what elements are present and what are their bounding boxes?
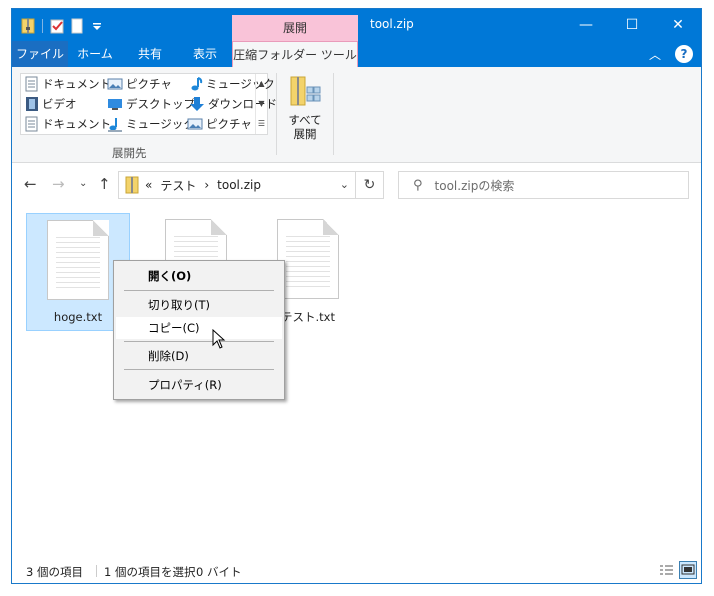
tab-compressed-folder-tools[interactable]: 圧縮フォルダー ツール xyxy=(232,41,358,68)
gallery-item-music-2[interactable]: ミュージック xyxy=(107,114,195,134)
navigation-bar: ← → ⌄ ↑ « テスト › tool.zip ⌄ ↻ ⚲ tool.zipの… xyxy=(12,169,701,201)
gallery-item-documents-2[interactable]: ドキュメント xyxy=(25,114,111,134)
gallery-item-label: ピクチャ xyxy=(206,117,252,131)
document-icon xyxy=(25,76,38,92)
text-file-icon xyxy=(47,220,109,300)
status-bar: 3 個の項目 1 個の項目を選択 0 バイト xyxy=(12,559,701,583)
customize-toolbar-icon[interactable] xyxy=(89,18,105,34)
search-box[interactable]: ⚲ tool.zipの検索 xyxy=(398,171,689,199)
maximize-button[interactable]: ☐ xyxy=(609,9,655,41)
zip-folder-icon xyxy=(125,176,139,194)
ribbon-group-separator xyxy=(333,73,334,155)
menu-separator xyxy=(124,341,274,342)
status-item-count: 3 個の項目 xyxy=(26,565,83,579)
gallery-item-label: ビデオ xyxy=(42,97,77,111)
gallery-item-documents[interactable]: ドキュメント xyxy=(25,74,111,94)
gallery-item-label: デスクトップ xyxy=(126,97,195,111)
menu-item-properties[interactable]: プロパティ(R) xyxy=(116,374,282,396)
search-icon: ⚲ xyxy=(413,177,423,193)
window-title: tool.zip xyxy=(370,17,414,31)
ribbon-tab-bar: ファイル ホーム 共有 表示 圧縮フォルダー ツール ︿ ? xyxy=(12,41,701,68)
pictures-icon xyxy=(107,78,123,90)
search-input[interactable]: tool.zipの検索 xyxy=(435,177,515,194)
menu-item-open[interactable]: 開く(O) xyxy=(116,265,282,287)
zip-folder-icon xyxy=(20,18,36,34)
text-file-icon xyxy=(277,219,339,299)
document-icon xyxy=(25,116,38,132)
properties-icon[interactable] xyxy=(49,18,65,34)
gallery-item-label: ドキュメント xyxy=(42,77,111,91)
breadcrumb-item-test[interactable]: テスト xyxy=(160,177,196,194)
download-icon xyxy=(190,97,204,111)
gallery-item-videos[interactable]: ビデオ xyxy=(25,94,77,114)
recent-locations-icon[interactable]: ⌄ xyxy=(79,178,87,189)
up-arrow-icon[interactable]: ↑ xyxy=(98,175,111,193)
details-view-icon[interactable] xyxy=(657,561,675,579)
address-bar[interactable]: « テスト › tool.zip ⌄ xyxy=(118,171,356,199)
extract-all-label-1: すべて xyxy=(288,113,322,127)
gallery-item-label: ミュージック xyxy=(126,117,195,131)
gallery-item-label: ドキュメント xyxy=(42,117,111,131)
extract-to-gallery: ドキュメント ピクチャ ミュージック ビデオ デスクトップ ダウンロード ドキュ… xyxy=(20,73,277,135)
ribbon-tab-controls: ︿ ? xyxy=(649,45,693,63)
breadcrumb-chevron-icon[interactable]: › xyxy=(204,178,209,192)
refresh-icon[interactable]: ↻ xyxy=(356,171,384,199)
extract-all-icon xyxy=(289,75,321,109)
tab-share[interactable]: 共有 xyxy=(122,41,178,67)
pictures-icon xyxy=(187,118,203,130)
help-icon[interactable]: ? xyxy=(675,45,693,63)
tab-view[interactable]: 表示 xyxy=(178,41,232,67)
menu-item-cut[interactable]: 切り取り(T) xyxy=(116,294,282,316)
explorer-window: 展開 tool.zip — ☐ ✕ ファイル ホーム 共有 表示 圧縮フォルダー… xyxy=(11,8,702,584)
collapse-ribbon-icon[interactable]: ︿ xyxy=(649,46,661,63)
menu-item-delete[interactable]: 削除(D) xyxy=(116,345,282,367)
status-separator xyxy=(96,565,97,577)
gallery-scroll-down-icon[interactable]: ▼ xyxy=(256,94,267,114)
quick-access-toolbar xyxy=(20,17,105,35)
toolbar-separator xyxy=(42,19,43,33)
ribbon-group-separator xyxy=(276,73,277,155)
large-icons-view-icon[interactable] xyxy=(679,561,697,579)
gallery-scroll-up-icon[interactable]: ▲ xyxy=(256,74,267,94)
title-bar: 展開 tool.zip — ☐ ✕ xyxy=(12,9,701,41)
gallery-item-pictures-2[interactable]: ピクチャ xyxy=(187,114,252,134)
extract-all-button[interactable]: すべて 展開 xyxy=(286,75,324,141)
status-item-selection: 1 個の項目を選択 xyxy=(104,565,196,579)
address-dropdown-icon[interactable]: ⌄ xyxy=(340,178,349,191)
context-menu: 開く(O) 切り取り(T) コピー(C) 削除(D) プロパティ(R) xyxy=(113,260,285,400)
gallery-item-desktop[interactable]: デスクトップ xyxy=(107,94,195,114)
music-icon xyxy=(108,118,122,132)
breadcrumb-overflow[interactable]: « xyxy=(145,178,152,192)
window-controls: — ☐ ✕ xyxy=(563,9,701,41)
close-button[interactable]: ✕ xyxy=(655,9,701,41)
breadcrumb-item-toolzip[interactable]: tool.zip xyxy=(217,178,261,192)
extract-all-label-2: 展開 xyxy=(293,127,317,141)
tab-file[interactable]: ファイル xyxy=(12,41,68,67)
gallery-scrollbar[interactable]: ▲ ▼ ☰ xyxy=(255,74,267,134)
video-icon xyxy=(26,97,38,111)
menu-separator xyxy=(124,290,274,291)
desktop-icon xyxy=(108,99,122,110)
status-item-size: 0 バイト xyxy=(196,565,242,579)
minimize-button[interactable]: — xyxy=(563,9,609,41)
tab-home[interactable]: ホーム xyxy=(68,41,122,67)
forward-arrow-icon[interactable]: → xyxy=(52,175,65,193)
gallery-item-label: ピクチャ xyxy=(126,77,172,91)
group-label-extract-to: 展開先 xyxy=(112,146,147,160)
music-icon xyxy=(191,77,203,91)
menu-item-copy[interactable]: コピー(C) xyxy=(116,317,282,339)
gallery-expand-icon[interactable]: ☰ xyxy=(256,114,267,134)
menu-separator xyxy=(124,369,274,370)
context-tab-label: 展開 xyxy=(232,15,358,41)
view-toggle xyxy=(657,561,697,579)
back-arrow-icon[interactable]: ← xyxy=(24,175,37,193)
ribbon: ドキュメント ピクチャ ミュージック ビデオ デスクトップ ダウンロード ドキュ… xyxy=(12,67,701,163)
gallery-item-pictures[interactable]: ピクチャ xyxy=(107,74,172,94)
new-folder-icon[interactable] xyxy=(69,18,85,34)
mouse-cursor-icon xyxy=(212,328,226,349)
breadcrumb: « テスト › tool.zip xyxy=(145,177,261,194)
